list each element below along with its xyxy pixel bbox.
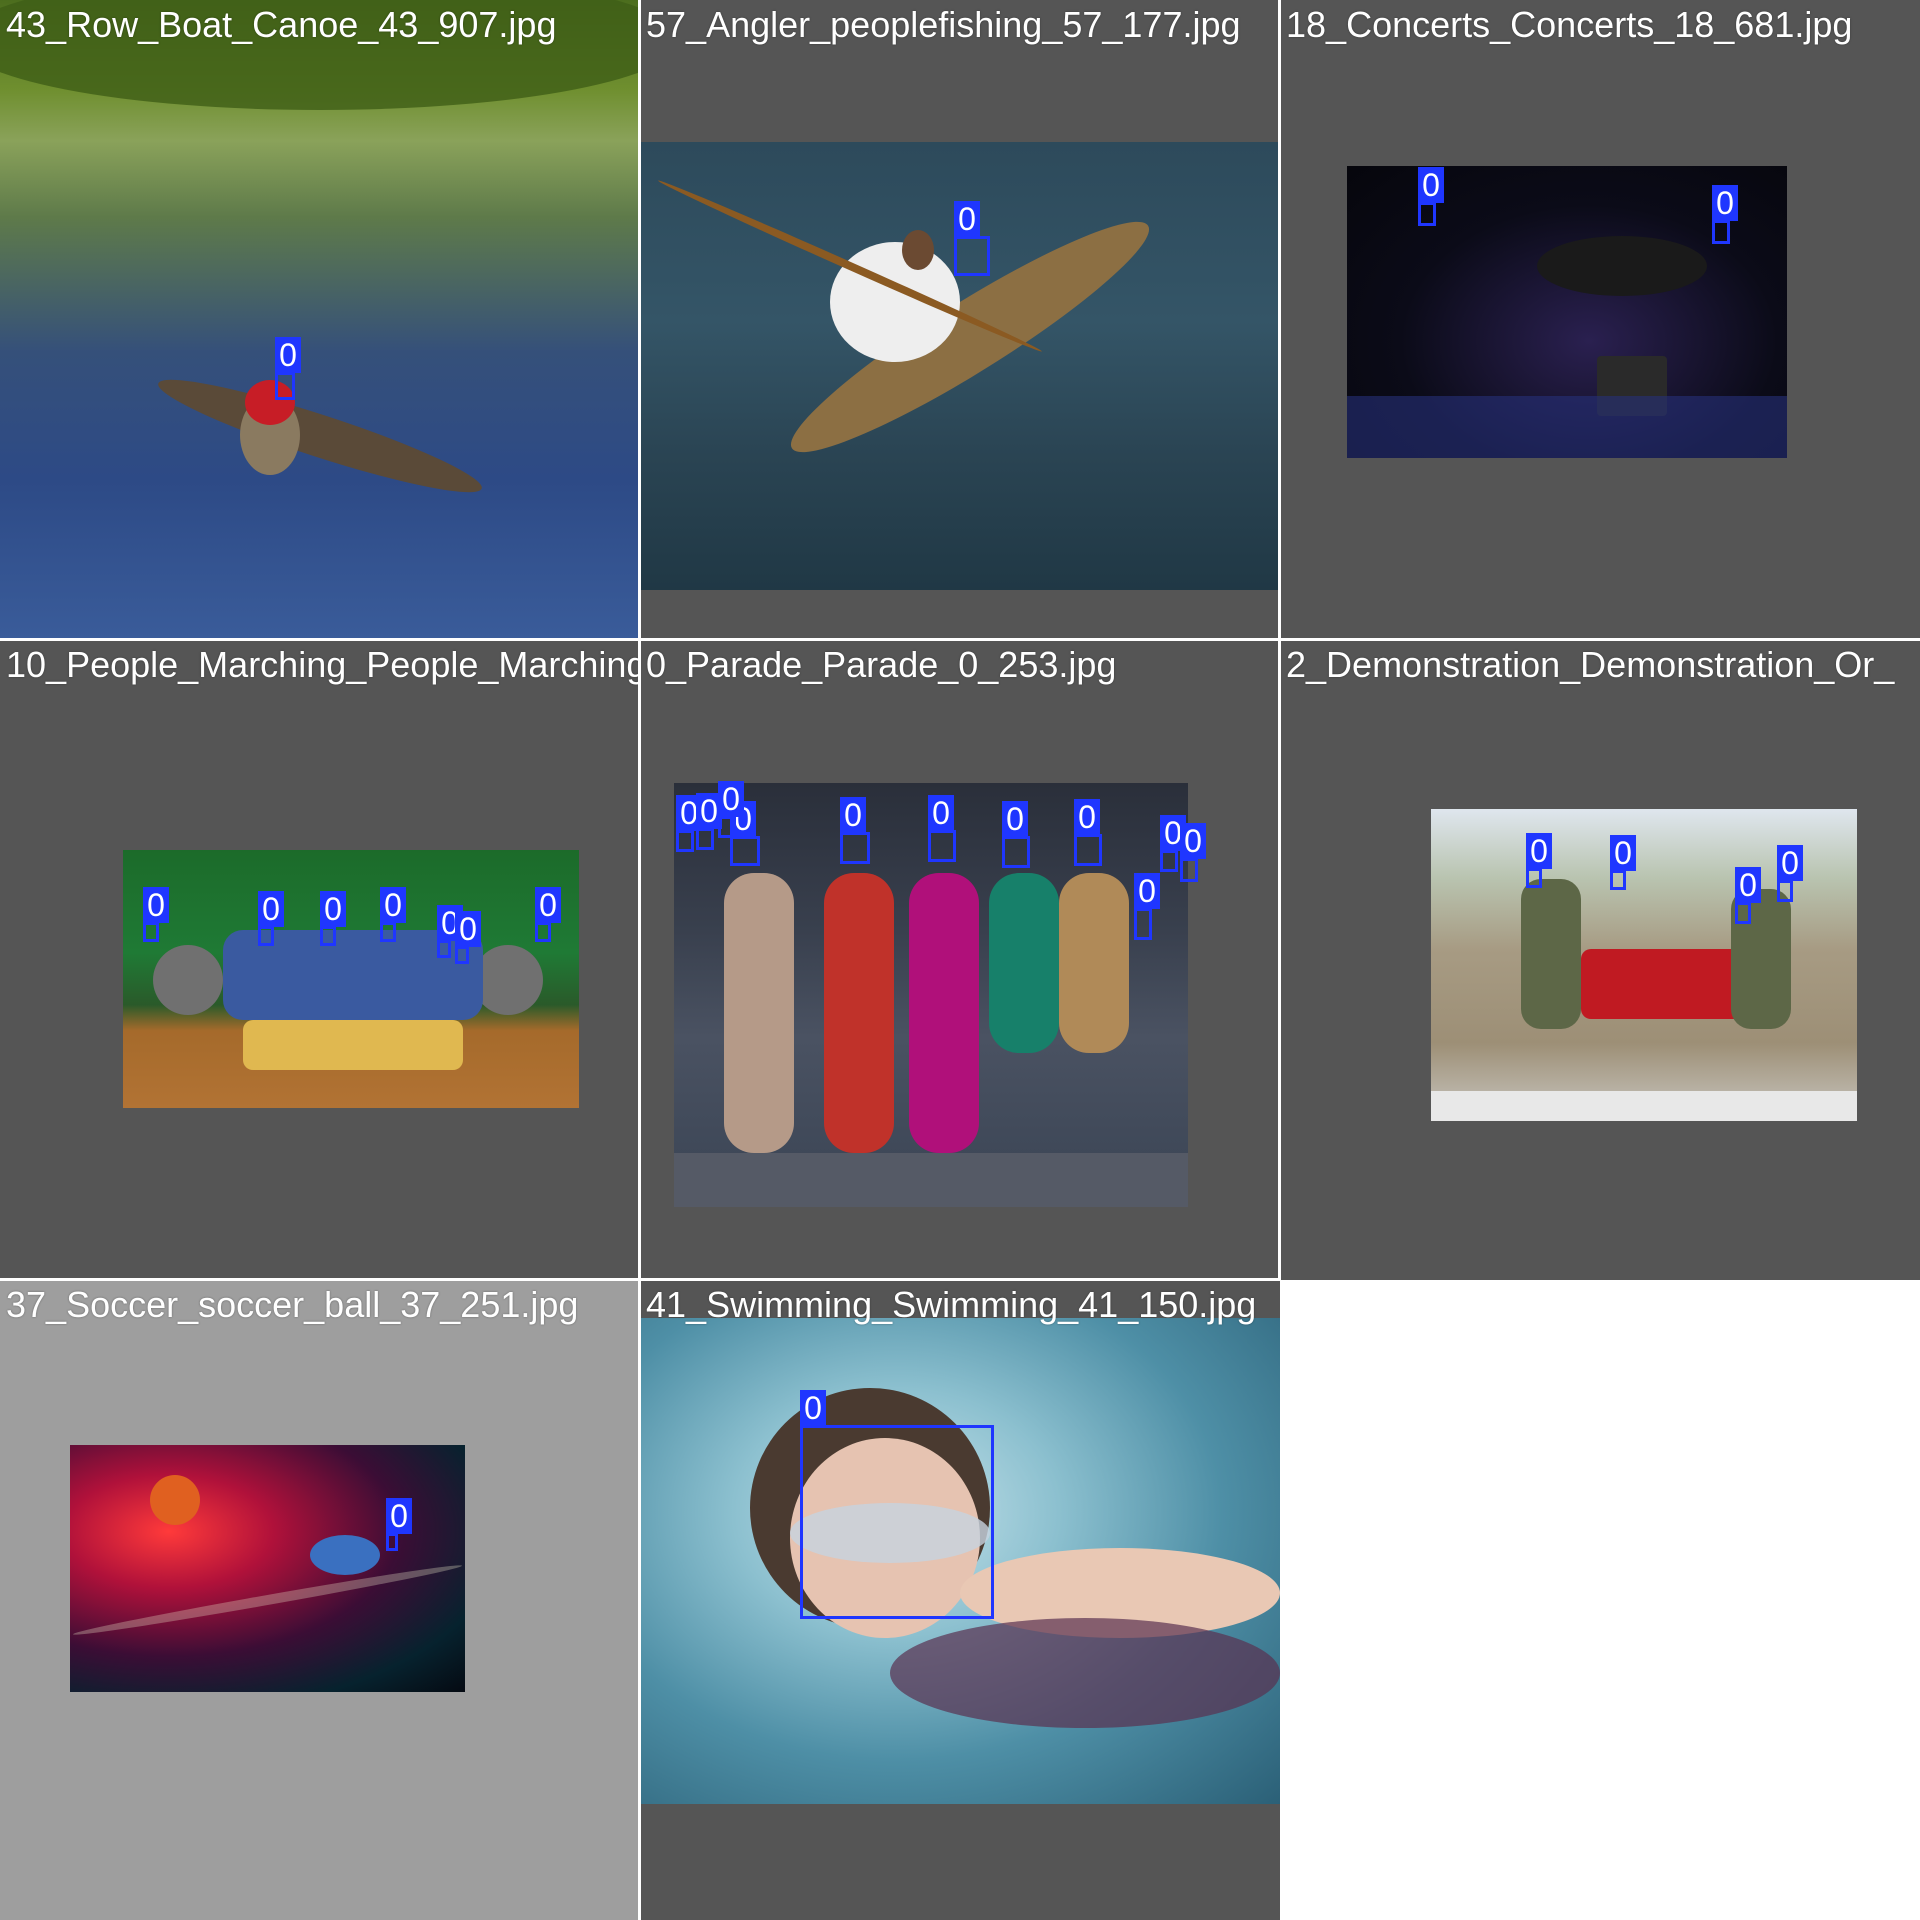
tile-image xyxy=(70,1445,465,1692)
detection-box: 0 xyxy=(840,797,870,864)
detection-box: 0 xyxy=(1735,867,1761,924)
tile-soccer: 0 37_Soccer_soccer_ball_37_251.jpg xyxy=(0,1280,640,1920)
tile-filename: 2_Demonstration_Demonstration_Or_ xyxy=(1286,644,1895,685)
tile-concerts: 0 0 18_Concerts_Concerts_18_681.jpg xyxy=(1280,0,1920,640)
grid-divider xyxy=(0,638,1920,641)
tile-filename: 43_Row_Boat_Canoe_43_907.jpg xyxy=(6,4,557,45)
detection-box: 0 xyxy=(143,887,169,942)
detection-box: 0 xyxy=(1134,873,1160,940)
detection-box: 0 xyxy=(1074,799,1102,866)
detection-box: 0 xyxy=(676,795,702,852)
tile-filename: 18_Concerts_Concerts_18_681.jpg xyxy=(1286,4,1853,45)
detection-box: 0 xyxy=(1526,833,1552,888)
detection-box: 0 xyxy=(1610,835,1636,890)
detection-box: 0 xyxy=(535,887,561,942)
tile-people-marching: 0 0 0 0 0 0 0 10_People_Marching_People_… xyxy=(0,640,640,1280)
grid-divider xyxy=(0,1278,1280,1281)
tile-parade: 0 0 0 0 0 0 0 0 0 0 0 0_Parade_Parade_0_… xyxy=(640,640,1280,1280)
detection-box: 0 xyxy=(258,891,284,946)
detection-box: 0 xyxy=(1002,801,1030,868)
detection-box: 0 xyxy=(386,1498,412,1551)
tile-filename: 57_Angler_peoplefishing_57_177.jpg xyxy=(646,4,1241,45)
tile-filename: 0_Parade_Parade_0_253.jpg xyxy=(646,644,1117,685)
detection-box: 0 xyxy=(954,201,990,276)
detection-box: 0 xyxy=(1160,815,1186,872)
tile-filename: 41_Swimming_Swimming_41_150.jpg xyxy=(646,1284,1257,1325)
tile-filename: 37_Soccer_soccer_ball_37_251.jpg xyxy=(6,1284,579,1325)
detection-box: 0 xyxy=(1418,167,1444,226)
tile-image xyxy=(123,850,579,1108)
detection-box: 0 xyxy=(455,911,481,964)
tile-angler: 0 57_Angler_peoplefishing_57_177.jpg xyxy=(640,0,1280,640)
detection-box: 0 xyxy=(437,905,463,958)
detection-box: 0 xyxy=(1777,845,1803,902)
detection-box: 0 xyxy=(928,795,956,862)
detection-box: 0 xyxy=(320,891,346,946)
detection-box: 0 xyxy=(696,793,722,850)
tile-row-boat: 0 43_Row_Boat_Canoe_43_907.jpg xyxy=(0,0,640,640)
detection-box: 0 xyxy=(380,887,406,942)
grid-divider xyxy=(638,0,641,1920)
detection-box: 0 xyxy=(800,1390,994,1619)
detection-box: 0 xyxy=(718,781,744,838)
tile-empty xyxy=(1280,1280,1920,1920)
detection-box: 0 xyxy=(275,337,301,400)
detection-box: 0 xyxy=(730,801,760,866)
mosaic-grid: 0 43_Row_Boat_Canoe_43_907.jpg 0 57_Angl… xyxy=(0,0,1920,1920)
detection-box: 0 xyxy=(1180,823,1206,882)
tile-demonstration: 0 0 0 0 2_Demonstration_Demonstration_Or… xyxy=(1280,640,1920,1280)
detection-box: 0 xyxy=(1712,185,1738,244)
tile-swimming: 0 41_Swimming_Swimming_41_150.jpg xyxy=(640,1280,1280,1920)
tile-filename: 10_People_Marching_People_Marching_2_768 xyxy=(6,644,640,685)
tile-image xyxy=(0,0,640,640)
